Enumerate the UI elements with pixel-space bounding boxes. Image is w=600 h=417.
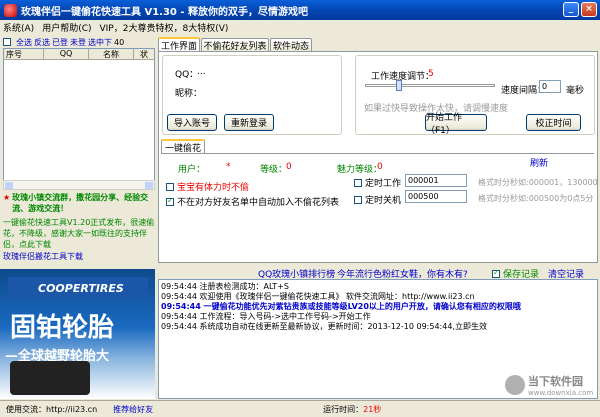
scroll-left-arrow-icon[interactable]: [5, 182, 13, 189]
ad-title: 固铂轮胎: [10, 313, 115, 343]
window-title: 玫瑰伴侣一键偷花快速工具 V1.30 - 释放你的双手，尽情游戏吧: [21, 6, 309, 18]
interval-input[interactable]: 0: [539, 80, 561, 93]
interval-unit: 毫秒: [566, 86, 585, 96]
ad-jeep-image: [10, 361, 90, 395]
timer-on-label: 定时工作: [365, 179, 402, 189]
close-button[interactable]: ×: [581, 2, 597, 17]
watermark-en: www.downxia.com: [528, 389, 594, 397]
runtime-label: 运行时间：: [323, 404, 364, 414]
ad-banner[interactable]: COOPERTIRES 固铂轮胎 —全球越野轮胎大: [0, 269, 155, 399]
log-line: 09:54:44 工作流程：导入号码->选中工作号码->开始工作: [161, 312, 371, 321]
user-label: 用户：: [178, 165, 206, 175]
col-index[interactable]: 序号: [4, 49, 44, 59]
account-count: 40: [114, 37, 125, 47]
col-name[interactable]: 名称: [89, 49, 134, 59]
charm-label: 魅力等级：: [337, 165, 383, 175]
not-logged-link[interactable]: 未登: [70, 37, 86, 48]
nickname-label: 昵称：: [175, 89, 203, 99]
tab-no-steal-list[interactable]: 不偷花好友列表: [201, 38, 269, 52]
refresh-link[interactable]: 刷新: [530, 156, 548, 169]
account-list-header: 序号 QQ 名称 状: [4, 49, 154, 60]
watermark-cn: 当下软件园: [528, 375, 583, 388]
qq-value: ...: [197, 67, 206, 77]
promo-download-link[interactable]: 玫瑰伴侣搬花工具下载: [3, 251, 155, 262]
speed-slider[interactable]: [365, 80, 495, 94]
col-status[interactable]: 状: [134, 49, 154, 59]
select-all-checkbox[interactable]: [3, 38, 11, 46]
menu-help[interactable]: 用户帮助(C): [42, 21, 91, 34]
exchange-link[interactable]: 使用交流：http://ii23.cn: [6, 404, 97, 415]
title-bar: 玫瑰伴侣一键偷花快速工具 V1.30 - 释放你的双手，尽情游戏吧 _ ×: [0, 0, 600, 20]
option-auto-add[interactable]: 不在对方好友名单中自动加入不偷花列表: [166, 195, 339, 208]
minimize-button[interactable]: _: [563, 2, 579, 17]
timer-on-checkbox[interactable]: [354, 178, 362, 187]
log-line: 09:54:44 欢迎使用《玫瑰伴侣一键偷花快速工具》 软件交流网址：http:…: [161, 292, 475, 301]
star-icon: ★: [3, 193, 11, 202]
col-qq[interactable]: QQ: [44, 49, 89, 59]
speed-value: 5: [428, 69, 434, 79]
timer-off-hint: 格式时分秒如:000500为0点5分: [478, 194, 594, 203]
timer-off-label: 定时关机: [365, 196, 402, 206]
level-label: 等级：: [260, 165, 288, 175]
import-account-button[interactable]: 导入账号: [167, 114, 217, 131]
app-rose-icon: [4, 3, 17, 17]
promo-area: ★ 玫瑰小镇交流群，撒花园分享、经验交流、游戏交流！ 一键偷花快速工具V1.20…: [3, 192, 155, 268]
scroll-right-arrow-icon[interactable]: [145, 182, 153, 189]
calibrate-time-button[interactable]: 校正时间: [526, 114, 581, 131]
timer-off-row: 定时关机: [354, 193, 401, 206]
save-log-checkbox[interactable]: [492, 268, 500, 278]
status-bar: 使用交流：http://ii23.cn 推荐给好友 运行时间： 21秒: [0, 400, 600, 417]
subtab-steal[interactable]: 一键偷花: [161, 139, 205, 154]
watermark-logo-icon: [505, 375, 525, 395]
select-toolbar: 全选 反选 已登 未登 选中下 40: [3, 36, 155, 48]
tab-work[interactable]: 工作界面: [158, 37, 200, 52]
timer-on-input[interactable]: 000001: [405, 174, 467, 187]
promo-release[interactable]: 一键偷花快速工具V1.20正式发布，很速偷花，不降级，感谢大家一如既往的支持伴侣…: [3, 217, 155, 250]
timer-on-row: 定时工作: [354, 176, 401, 189]
account-list[interactable]: 序号 QQ 名称 状: [3, 48, 155, 190]
start-work-button[interactable]: 开始工作（F1）: [425, 113, 487, 136]
user-value: *: [226, 162, 231, 172]
ad-brand-logo: COOPERTIRES: [8, 277, 148, 299]
logged-link[interactable]: 已登: [52, 37, 68, 48]
menu-system[interactable]: 系统(A): [3, 21, 34, 34]
select-middle-link[interactable]: 选中下: [88, 37, 112, 48]
option-baby-stamina[interactable]: 宝宝有体力时不偷: [166, 180, 249, 193]
ad-brand: COOPERTIRES: [38, 281, 124, 295]
charm-value: 0: [377, 162, 383, 172]
auto-add-checkbox[interactable]: [166, 196, 174, 206]
qq-label: QQ：: [175, 70, 199, 80]
recommend-link[interactable]: 推荐给好友: [113, 404, 153, 415]
account-list-scrollbar[interactable]: [3, 180, 155, 190]
timer-on-hint: 格式时分秒如:000001，130000: [478, 178, 598, 187]
baby-stamina-checkbox[interactable]: [166, 182, 174, 191]
timer-off-checkbox[interactable]: [354, 195, 362, 204]
log-line: 09:54:44 注册表检测成功：ALT+S: [161, 282, 289, 291]
promo-group[interactable]: 玫瑰小镇交流群，撒花园分享、经验交流、游戏交流！: [12, 192, 155, 214]
menu-bar: 系统(A) 用户帮助(C) VIP，2大尊贵特权，8大特权(V): [0, 20, 600, 35]
log-line: 09:54:44 一键偷花功能优先对紫钻贵族或技能等级LV20以上的用户开放，请…: [161, 302, 521, 311]
runtime-value: 21秒: [363, 404, 382, 414]
log-line: 09:54:44 系统成功自动在线更新至最新协议，更新时间：2013-12-10…: [161, 322, 487, 331]
level-value: 0: [286, 162, 292, 172]
speed-slider-thumb[interactable]: [396, 80, 402, 91]
invert-link[interactable]: 反选: [34, 37, 50, 48]
auto-add-label: 不在对方好友名单中自动加入不偷花列表: [177, 198, 340, 208]
timer-off-input[interactable]: 000500: [405, 190, 467, 203]
baby-stamina-label: 宝宝有体力时不偷: [177, 183, 250, 193]
relogin-button[interactable]: 重新登录: [224, 114, 274, 131]
menu-vip[interactable]: VIP，2大尊贵特权，8大特权(V): [100, 21, 229, 34]
tab-software-news[interactable]: 软件动态: [270, 38, 312, 52]
select-all-link[interactable]: 全选: [16, 37, 32, 48]
watermark: 当下软件园 www.downxia.com: [505, 372, 597, 398]
